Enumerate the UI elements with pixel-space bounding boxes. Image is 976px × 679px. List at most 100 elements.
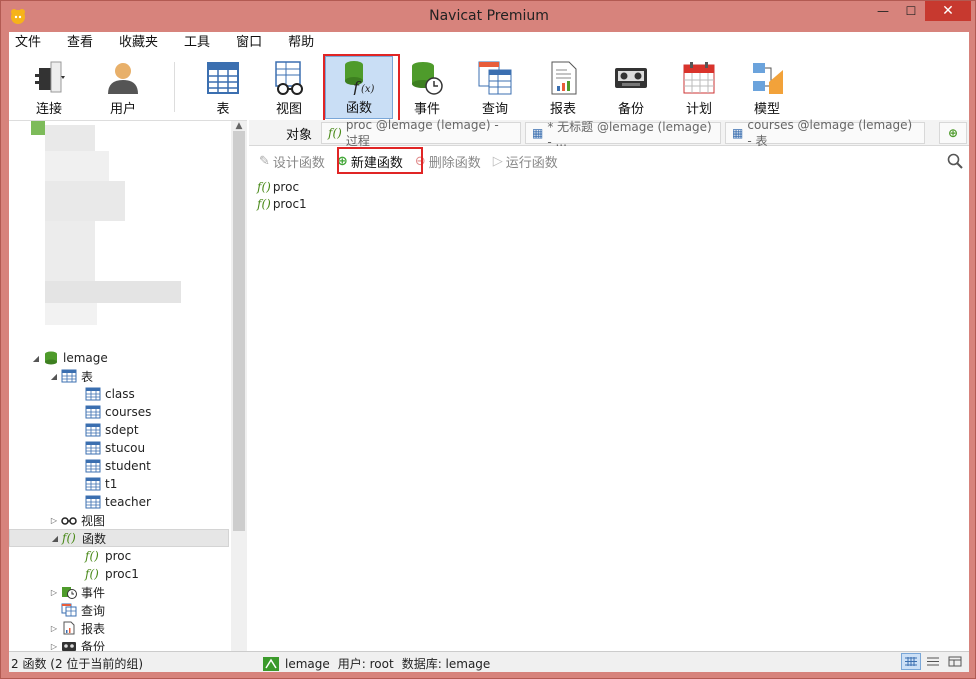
search-button[interactable] xyxy=(943,149,967,173)
function-icon: f() xyxy=(85,567,99,581)
menu-tools[interactable]: 工具 xyxy=(178,32,223,54)
design-function-button[interactable]: ✎ 设计函数 xyxy=(255,149,329,173)
tree-label: 表 xyxy=(81,369,94,384)
main-toolbar: 连接 用户 表 视图 f (x) 函数 事件 查询 报表 备份 计划 模型 xyxy=(9,54,969,124)
redacted-block xyxy=(45,221,95,281)
run-label: 运行函数 xyxy=(505,155,558,171)
table-icon xyxy=(85,495,101,509)
scrollbar-thumb[interactable] xyxy=(233,131,245,531)
list-item-proc[interactable]: f() proc xyxy=(257,178,307,195)
scroll-up-icon[interactable]: ▲ xyxy=(231,121,247,131)
table-icon xyxy=(85,441,101,455)
menu-bar: 文件 查看 收藏夹 工具 窗口 帮助 xyxy=(9,32,969,54)
menu-favorites[interactable]: 收藏夹 xyxy=(113,32,171,54)
pencil-icon: ✎ xyxy=(259,153,270,169)
window-title: Navicat Premium xyxy=(429,8,549,24)
event-button[interactable]: 事件 xyxy=(397,58,457,118)
backup-icon xyxy=(615,68,647,88)
list-view-button[interactable] xyxy=(923,653,943,670)
table-icon xyxy=(85,477,101,491)
user-label: 用户 xyxy=(109,102,136,117)
tab-objects[interactable]: 对象 xyxy=(269,122,329,144)
detail-view-icon xyxy=(948,656,962,667)
tree-queries[interactable]: 查询 xyxy=(59,601,281,619)
tree-label: 查询 xyxy=(81,603,106,618)
tree-scrollbar[interactable]: ▲ ▼ xyxy=(231,121,247,663)
menu-help[interactable]: 帮助 xyxy=(282,32,327,54)
toolbar-separator xyxy=(174,62,175,112)
collapse-arrow-icon[interactable]: ◢ xyxy=(31,354,41,363)
backup-button[interactable]: 备份 xyxy=(601,58,661,118)
add-tab-icon: ⊕ xyxy=(947,126,959,140)
tree-label: t1 xyxy=(105,477,118,491)
object-name: proc xyxy=(272,179,300,194)
menu-view[interactable]: 查看 xyxy=(61,32,106,54)
tree-label: stucou xyxy=(105,441,146,455)
expand-arrow-icon[interactable]: ▷ xyxy=(49,624,59,633)
highlight-new-function xyxy=(337,147,423,174)
grid-view-button[interactable] xyxy=(901,653,921,670)
query-icon xyxy=(61,603,77,617)
tree-label: 函数 xyxy=(82,531,107,546)
tree-db-lemage[interactable]: ◢ lemage xyxy=(31,349,253,367)
tree-label: student xyxy=(105,459,151,473)
function-icon: f() xyxy=(85,549,99,563)
user-button[interactable]: 用户 xyxy=(93,58,153,118)
collapse-arrow-icon[interactable]: ◢ xyxy=(49,372,59,381)
tab-label: courses @lemage (lemage) - 表 xyxy=(747,117,913,148)
tree-label: proc1 xyxy=(105,567,139,581)
list-item-proc1[interactable]: f() proc1 xyxy=(257,195,307,212)
event-icon xyxy=(62,587,77,599)
redacted-block xyxy=(45,151,109,181)
close-button[interactable]: ✕ xyxy=(925,1,971,21)
report-button[interactable]: 报表 xyxy=(533,58,593,118)
tree-label: 报表 xyxy=(81,621,106,636)
status-database: 数据库: lemage xyxy=(401,657,491,671)
schedule-button[interactable]: 计划 xyxy=(669,58,729,118)
table-button[interactable]: 表 xyxy=(193,58,253,118)
tab-label: proc @lemage (lemage) - 过程 xyxy=(345,117,499,148)
connect-button[interactable]: 连接 xyxy=(19,58,79,118)
maximize-button[interactable]: ☐ xyxy=(897,1,925,21)
navigation-tree: ◢ lemage ◢ 表 class courses sdept stucou … xyxy=(9,120,247,671)
table-icon xyxy=(61,369,77,383)
query-button[interactable]: 查询 xyxy=(465,58,525,118)
tab-proc[interactable]: f() proc @lemage (lemage) - 过程 xyxy=(321,118,521,148)
detail-view-button[interactable] xyxy=(945,653,965,670)
expand-arrow-icon[interactable]: ▷ xyxy=(49,588,59,597)
table-label: 表 xyxy=(216,102,230,117)
tree-label: courses xyxy=(105,405,152,419)
run-function-button[interactable]: ▷ 运行函数 xyxy=(489,149,562,173)
object-name: proc1 xyxy=(272,196,307,211)
function-icon: f() xyxy=(257,179,271,194)
tab-untitled[interactable]: ▦ * 无标题 @lemage (lemage) - ... xyxy=(525,120,721,149)
plug-icon xyxy=(35,61,65,93)
function-icon: f() xyxy=(62,531,76,545)
collapse-arrow-icon[interactable]: ◢ xyxy=(50,534,60,543)
menu-file[interactable]: 文件 xyxy=(9,32,54,54)
table-icon xyxy=(85,459,101,473)
tab-courses[interactable]: ▦ courses @lemage (lemage) - 表 xyxy=(725,118,925,148)
minimize-button[interactable]: — xyxy=(869,1,897,21)
expand-arrow-icon[interactable]: ▷ xyxy=(49,516,59,525)
tree-label: proc xyxy=(105,549,132,563)
title-bar: Navicat Premium — ☐ ✕ xyxy=(1,1,976,32)
event-label: 事件 xyxy=(413,102,440,117)
view-button[interactable]: 视图 xyxy=(259,58,319,118)
new-tab-button[interactable]: ⊕ xyxy=(939,122,967,144)
query-icon xyxy=(478,61,512,95)
table-icon xyxy=(85,405,101,419)
tree-label: teacher xyxy=(105,495,151,509)
event-icon xyxy=(412,62,443,95)
model-button[interactable]: 模型 xyxy=(737,58,797,118)
status-bar: 2 函数 (2 位于当前的组) lemage 用户: root 数据库: lem… xyxy=(9,651,969,672)
expand-arrow-icon[interactable]: ▷ xyxy=(49,642,59,651)
object-panel: 对象 f() proc @lemage (lemage) - 过程 ▦ * 无标… xyxy=(249,118,969,662)
design-label: 设计函数 xyxy=(272,155,325,171)
tree-functions[interactable]: ◢ f() 函数 xyxy=(9,529,229,547)
redacted-block xyxy=(45,303,97,325)
table-icon: ▦ xyxy=(732,126,744,140)
menu-window[interactable]: 窗口 xyxy=(230,32,275,54)
tab-label: * 无标题 @lemage (lemage) - ... xyxy=(547,119,712,149)
delete-label: 删除函数 xyxy=(428,155,481,171)
